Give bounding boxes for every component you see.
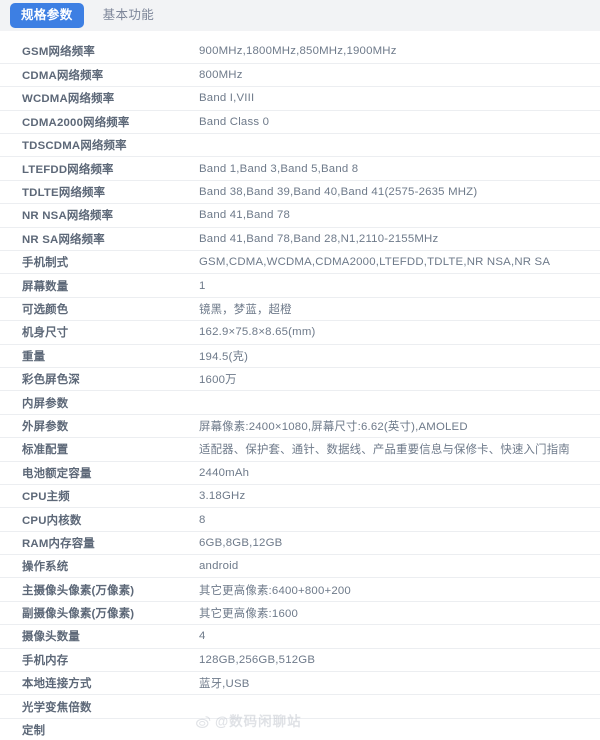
table-row: CDMA网络频率 800MHz	[0, 63, 600, 88]
table-row: 手机内存 128GB,256GB,512GB	[0, 648, 600, 673]
spec-label: NR NSA网络频率	[0, 203, 192, 228]
table-row: 主摄像头像素(万像素) 其它更高像素:6400+800+200	[0, 577, 600, 602]
spec-label: 手机制式	[0, 250, 192, 275]
table-row: 摄像头数量 4	[0, 624, 600, 649]
spec-value	[192, 390, 600, 415]
spec-label: CDMA2000网络频率	[0, 110, 192, 135]
spec-value: 适配器、保护套、通针、数据线、产品重要信息与保修卡、快速入门指南	[192, 437, 600, 462]
spec-value: 蓝牙,USB	[192, 671, 600, 696]
spec-value: 其它更高像素:6400+800+200	[192, 577, 600, 602]
tab-bar: 规格参数 基本功能	[0, 0, 600, 31]
spec-value: 2440mAh	[192, 461, 600, 485]
table-row: 操作系统 android	[0, 554, 600, 579]
spec-label: 内屏参数	[0, 390, 192, 415]
spec-value	[192, 133, 600, 158]
spec-label: 手机内存	[0, 648, 192, 673]
spec-label: 外屏参数	[0, 414, 192, 439]
spec-label: 机身尺寸	[0, 320, 192, 345]
spec-value: 128GB,256GB,512GB	[192, 648, 600, 673]
spec-label: NR SA网络频率	[0, 227, 192, 252]
tab-spec-params[interactable]: 规格参数	[10, 2, 84, 29]
tab-basic-features[interactable]: 基本功能	[92, 3, 166, 29]
spec-value: Band 41,Band 78	[192, 203, 600, 228]
spec-value: Band I,VIII	[192, 86, 600, 111]
spec-value: GSM,CDMA,WCDMA,CDMA2000,LTEFDD,TDLTE,NR …	[192, 250, 600, 275]
spec-label: LTEFDD网络频率	[0, 156, 192, 181]
table-row: 外屏参数 屏幕像素:2400×1080,屏幕尺寸:6.62(英寸),AMOLED	[0, 414, 600, 439]
spec-label: 摄像头数量	[0, 624, 192, 649]
table-row: 标准配置 适配器、保护套、通针、数据线、产品重要信息与保修卡、快速入门指南	[0, 437, 600, 462]
table-row: 光学变焦倍数	[0, 694, 600, 719]
spec-value: Band Class 0	[192, 110, 600, 135]
spec-label: 本地连接方式	[0, 671, 192, 696]
spec-label: CPU主频	[0, 484, 192, 509]
spec-label: TDSCDMA网络频率	[0, 133, 192, 158]
table-row: CPU主频 3.18GHz	[0, 484, 600, 509]
spec-label: RAM内存容量	[0, 531, 192, 556]
table-row: 电池额定容量 2440mAh	[0, 461, 600, 485]
spec-value: 8	[192, 507, 600, 532]
table-row: NR SA网络频率 Band 41,Band 78,Band 28,N1,2110…	[0, 227, 600, 252]
spec-label: CPU内核数	[0, 507, 192, 532]
spec-label: CDMA网络频率	[0, 63, 192, 88]
table-row: TDSCDMA网络频率	[0, 133, 600, 158]
spec-value: android	[192, 554, 600, 579]
spec-label: 彩色屏色深	[0, 367, 192, 392]
spec-label: 标准配置	[0, 437, 192, 462]
spec-label: 主摄像头像素(万像素)	[0, 577, 192, 602]
table-row: TDLTE网络频率 Band 38,Band 39,Band 40,Band 41…	[0, 180, 600, 205]
spec-label: WCDMA网络频率	[0, 86, 192, 111]
spec-value	[192, 694, 600, 719]
spec-label: TDLTE网络频率	[0, 180, 192, 205]
table-row: GSM网络频率 900MHz,1800MHz,850MHz,1900MHz	[0, 40, 600, 64]
table-row: 本地连接方式 蓝牙,USB	[0, 671, 600, 696]
spec-value: 194.5(克)	[192, 344, 600, 368]
spec-value: 屏幕像素:2400×1080,屏幕尺寸:6.62(英寸),AMOLED	[192, 414, 600, 439]
spec-label: 副摄像头像素(万像素)	[0, 601, 192, 626]
spec-label: 操作系统	[0, 554, 192, 579]
spec-value: 其它更高像素:1600	[192, 601, 600, 626]
spec-value: 3.18GHz	[192, 484, 600, 509]
spec-label: 重量	[0, 344, 192, 368]
spec-value: 162.9×75.8×8.65(mm)	[192, 320, 600, 345]
spec-value	[192, 718, 600, 740]
table-row: 内屏参数	[0, 390, 600, 415]
table-row: 机身尺寸 162.9×75.8×8.65(mm)	[0, 320, 600, 345]
spec-table: GSM网络频率 900MHz,1800MHz,850MHz,1900MHz CDMA…	[0, 40, 600, 740]
table-row: LTEFDD网络频率 Band 1,Band 3,Band 5,Band 8	[0, 156, 600, 181]
table-row: 屏幕数量 1	[0, 273, 600, 298]
spec-panel: GSM网络频率 900MHz,1800MHz,850MHz,1900MHz CDMA…	[0, 31, 600, 740]
table-row: 彩色屏色深 1600万	[0, 367, 600, 392]
spec-table-body: GSM网络频率 900MHz,1800MHz,850MHz,1900MHz CDMA…	[0, 40, 600, 740]
table-row: 可选颜色 镜黑，梦蓝，超橙	[0, 297, 600, 322]
spec-value: 镜黑，梦蓝，超橙	[192, 297, 600, 322]
spec-label: 定制	[0, 718, 192, 740]
table-row: NR NSA网络频率 Band 41,Band 78	[0, 203, 600, 228]
spec-label: 屏幕数量	[0, 273, 192, 298]
spec-value: 900MHz,1800MHz,850MHz,1900MHz	[192, 40, 600, 64]
spec-value: 4	[192, 624, 600, 649]
spec-value: 1600万	[192, 367, 600, 392]
table-row: 手机制式 GSM,CDMA,WCDMA,CDMA2000,LTEFDD,TDLTE…	[0, 250, 600, 275]
table-row: WCDMA网络频率 Band I,VIII	[0, 86, 600, 111]
spec-label: 光学变焦倍数	[0, 694, 192, 719]
table-row: 定制	[0, 718, 600, 740]
table-row: 副摄像头像素(万像素) 其它更高像素:1600	[0, 601, 600, 626]
table-row: RAM内存容量 6GB,8GB,12GB	[0, 531, 600, 556]
spec-value: Band 41,Band 78,Band 28,N1,2110-2155MHz	[192, 227, 600, 252]
spec-value: 1	[192, 273, 600, 298]
table-row: CDMA2000网络频率 Band Class 0	[0, 110, 600, 135]
spec-value: Band 38,Band 39,Band 40,Band 41(2575-263…	[192, 180, 600, 205]
spec-value: 800MHz	[192, 63, 600, 88]
spec-value: Band 1,Band 3,Band 5,Band 8	[192, 156, 600, 181]
table-row: CPU内核数 8	[0, 507, 600, 532]
spec-value: 6GB,8GB,12GB	[192, 531, 600, 556]
table-row: 重量 194.5(克)	[0, 344, 600, 368]
spec-label: 可选颜色	[0, 297, 192, 322]
spec-label: GSM网络频率	[0, 40, 192, 64]
spec-label: 电池额定容量	[0, 461, 192, 485]
